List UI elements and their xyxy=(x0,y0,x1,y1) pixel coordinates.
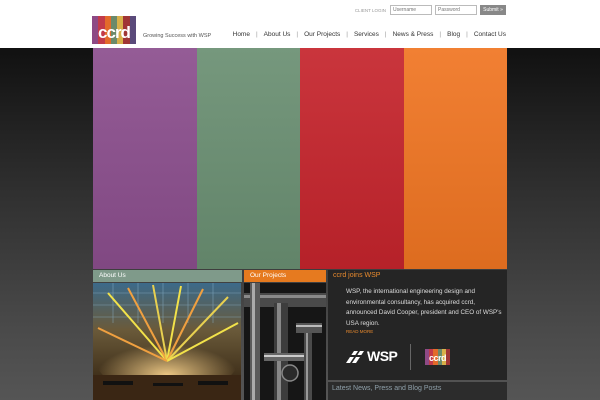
hero-banner xyxy=(93,48,507,269)
hero-panel-green[interactable] xyxy=(196,48,300,269)
nav-blog[interactable]: Blog xyxy=(447,31,460,38)
news-feature-box: ccrd joins WSP WSP, the international en… xyxy=(328,270,507,380)
nav-about-us[interactable]: About Us xyxy=(264,31,291,38)
nav-separator: | xyxy=(384,31,387,38)
nav-services[interactable]: Services xyxy=(354,31,379,38)
username-field[interactable] xyxy=(390,5,432,15)
our-projects-header[interactable]: Our Projects xyxy=(244,270,326,282)
latest-news-box: Latest News, Press and Blog Posts xyxy=(328,382,507,400)
read-more-link[interactable]: READ MORE xyxy=(346,329,373,334)
hero-panel-red[interactable] xyxy=(300,48,404,269)
site-header: ccrd Growing Success with WSP CLIENT LOG… xyxy=(0,0,600,48)
about-us-image[interactable] xyxy=(93,283,241,400)
ccrd-small-logo: ccrd xyxy=(425,349,450,365)
main-nav: Home | About Us | Our Projects | Service… xyxy=(233,31,506,38)
client-login-label: CLIENT LOGIN xyxy=(354,7,386,13)
our-projects-image[interactable] xyxy=(244,283,326,400)
tagline: Growing Success with WSP xyxy=(143,33,212,39)
client-login: CLIENT LOGIN Submit » xyxy=(355,5,506,15)
wsp-logo: WSP xyxy=(346,348,398,364)
nav-contact-us[interactable]: Contact Us xyxy=(474,31,506,38)
ccrd-small-text: ccrd xyxy=(428,353,447,363)
logo-text: ccrd xyxy=(98,23,131,42)
nav-separator: | xyxy=(255,31,258,38)
pipes-photo xyxy=(244,283,326,400)
nav-separator: | xyxy=(346,31,348,38)
wsp-mark-icon xyxy=(346,351,364,363)
logo-divider xyxy=(410,344,411,370)
nav-news-press[interactable]: News & Press xyxy=(393,31,434,38)
nav-our-projects[interactable]: Our Projects xyxy=(304,31,340,38)
hero-panel-purple[interactable] xyxy=(93,48,197,269)
wsp-text: WSP xyxy=(367,348,398,364)
news-body: WSP, the international engineering desig… xyxy=(346,288,502,327)
ccrd-logo[interactable]: ccrd xyxy=(92,16,136,44)
nav-separator: | xyxy=(296,31,299,38)
nav-separator: | xyxy=(466,31,468,38)
nav-separator: | xyxy=(439,31,442,38)
password-field[interactable] xyxy=(435,5,477,15)
atrium-photo xyxy=(93,283,241,400)
news-title[interactable]: ccrd joins WSP xyxy=(333,272,380,279)
about-us-header[interactable]: About Us xyxy=(93,270,242,282)
nav-home[interactable]: Home xyxy=(233,31,250,38)
latest-news-title[interactable]: Latest News, Press and Blog Posts xyxy=(332,385,441,392)
submit-button[interactable]: Submit » xyxy=(480,5,506,15)
hero-panel-orange[interactable] xyxy=(403,48,507,269)
